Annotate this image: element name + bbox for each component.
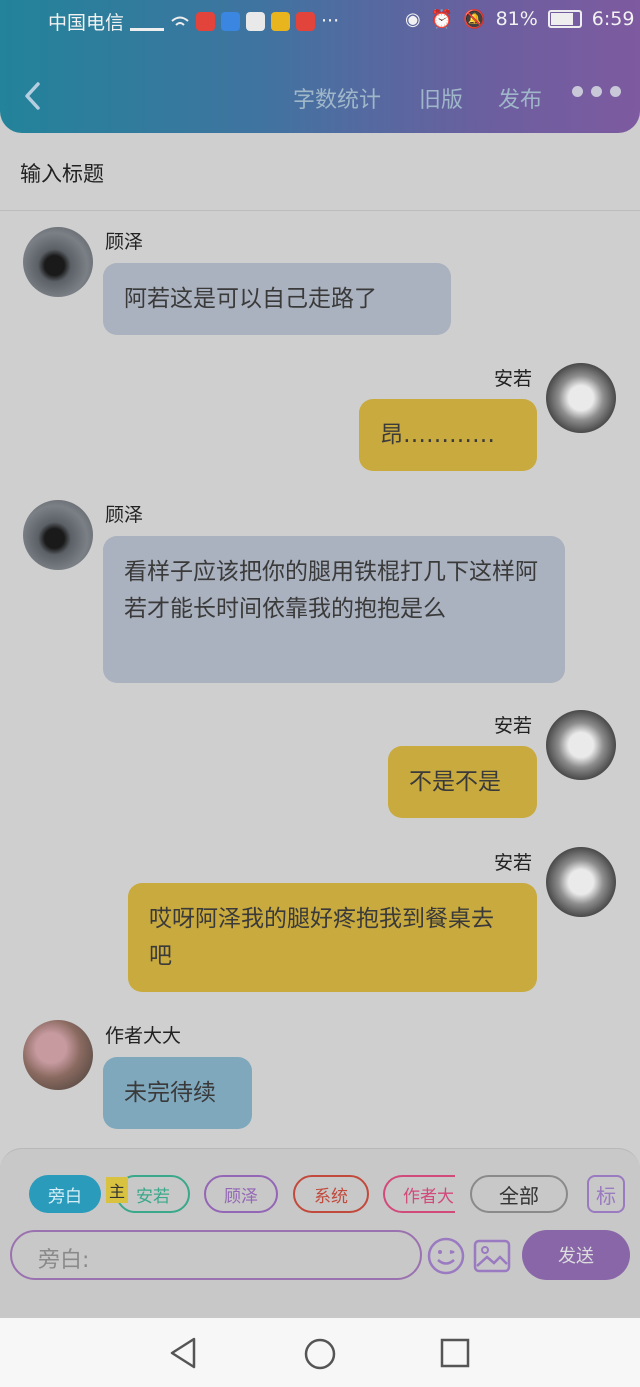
sender-name: 作者大大 bbox=[105, 1025, 182, 1047]
avatar[interactable] bbox=[546, 847, 616, 917]
status-bar: 中国电信 ··· ◉ ⏰ 🔕 81% 6:59 bbox=[0, 8, 640, 36]
sender-name: 安若 bbox=[494, 852, 533, 874]
send-button[interactable]: 发送 bbox=[522, 1230, 630, 1280]
word-count-button[interactable]: 字数统计 bbox=[293, 82, 381, 114]
battery-icon bbox=[547, 10, 582, 28]
message-bubble[interactable]: 阿若这是可以自己走路了 bbox=[103, 263, 451, 335]
more-notifications-icon: ··· bbox=[321, 10, 340, 32]
image-icon bbox=[473, 1239, 511, 1273]
eye-icon: ◉ bbox=[405, 8, 421, 30]
old-version-button[interactable]: 旧版 bbox=[419, 82, 463, 114]
system-nav-bar bbox=[0, 1318, 640, 1387]
role-chip-guze[interactable]: 顾泽 bbox=[204, 1175, 278, 1213]
message-input[interactable]: 旁白: bbox=[10, 1230, 422, 1280]
message-bubble[interactable]: 不是不是 bbox=[388, 746, 537, 818]
role-chip-narrator[interactable]: 旁白 bbox=[29, 1175, 101, 1213]
input-placeholder: 旁白: bbox=[38, 1248, 90, 1273]
message-bubble[interactable]: 昂………… bbox=[359, 399, 537, 471]
alarm-icon: ⏰ bbox=[430, 8, 454, 30]
sender-name: 安若 bbox=[494, 715, 533, 737]
chevron-left-icon bbox=[25, 82, 40, 110]
app-notification-icon bbox=[246, 11, 265, 31]
sender-name: 安若 bbox=[494, 368, 533, 390]
message-bubble[interactable]: 哎呀阿泽我的腿好疼抱我到餐桌去吧 bbox=[128, 883, 537, 992]
back-triangle-icon[interactable] bbox=[168, 1336, 198, 1370]
carrier-label: 中国电信 bbox=[48, 12, 125, 34]
main-character-badge: 主 bbox=[106, 1177, 128, 1203]
home-circle-icon[interactable] bbox=[303, 1337, 337, 1371]
role-chip-system[interactable]: 系统 bbox=[293, 1175, 369, 1213]
dot-icon bbox=[572, 86, 583, 97]
nav-bar: 字数统计 旧版 发布 bbox=[0, 70, 640, 120]
recents-square-icon[interactable] bbox=[440, 1338, 470, 1368]
app-notification-icon bbox=[271, 11, 290, 31]
wifi-icon bbox=[170, 13, 190, 29]
back-button[interactable] bbox=[18, 78, 48, 114]
title-placeholder: 输入标题 bbox=[20, 162, 104, 186]
app-notification-icon bbox=[196, 11, 215, 31]
emoji-button[interactable] bbox=[426, 1236, 466, 1276]
signal-icon bbox=[130, 12, 164, 31]
avatar[interactable] bbox=[23, 1020, 93, 1090]
role-chip-author[interactable]: 作者大 bbox=[383, 1175, 455, 1213]
avatar[interactable] bbox=[546, 363, 616, 433]
tag-button[interactable]: 标 bbox=[587, 1175, 625, 1213]
avatar[interactable] bbox=[23, 500, 93, 570]
message-bubble[interactable]: 未完待续 bbox=[103, 1057, 252, 1129]
clock: 6:59 bbox=[591, 8, 635, 30]
app-notification-icon bbox=[221, 11, 240, 31]
title-input[interactable]: 输入标题 bbox=[0, 140, 640, 211]
image-button[interactable] bbox=[472, 1236, 512, 1276]
app-notification-icon bbox=[296, 11, 315, 31]
role-chip-all[interactable]: 全部 bbox=[470, 1175, 568, 1213]
status-right: ◉ ⏰ 🔕 81% 6:59 bbox=[405, 8, 634, 30]
avatar[interactable] bbox=[23, 227, 93, 297]
message-bubble[interactable]: 看样子应该把你的腿用铁棍打几下这样阿若才能长时间依靠我的抱抱是么 bbox=[103, 536, 565, 683]
top-header: 中国电信 ··· ◉ ⏰ 🔕 81% 6:59 字数统计 旧版 发布 bbox=[0, 0, 640, 133]
publish-button[interactable]: 发布 bbox=[498, 82, 542, 114]
sender-name: 顾泽 bbox=[105, 231, 144, 253]
mute-bell-icon: 🔕 bbox=[463, 8, 486, 30]
sender-name: 顾泽 bbox=[105, 504, 144, 526]
dot-icon bbox=[591, 86, 602, 97]
dot-icon bbox=[610, 86, 621, 97]
emoji-icon bbox=[427, 1237, 465, 1275]
avatar[interactable] bbox=[546, 710, 616, 780]
battery-percent: 81% bbox=[495, 8, 538, 30]
status-icons: ··· bbox=[130, 10, 339, 32]
more-options-button[interactable] bbox=[572, 86, 621, 97]
